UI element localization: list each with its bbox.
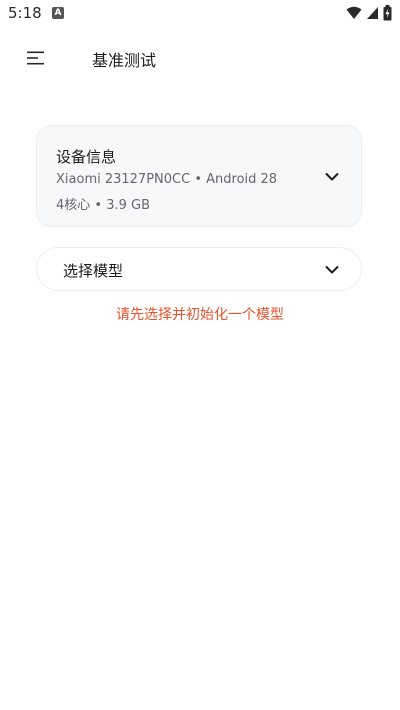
device-hardware-info: 4核心 • 3.9 GB: [56, 198, 151, 213]
model-select-dropdown[interactable]: 选择模型: [36, 247, 362, 291]
a-icon: A: [52, 7, 64, 19]
device-model-info: Xiaomi 23127PN0CC • Android 28: [56, 172, 278, 187]
status-time: 5:18: [8, 4, 42, 22]
chevron-down-icon: [325, 266, 339, 274]
page-title: 基准测试: [92, 51, 157, 70]
screen: 5:18 A 基准测试 设备信息 Xiaomi 23127PN0CC • And…: [0, 0, 400, 710]
warning-message: 请先选择并初始化一个模型: [116, 307, 284, 323]
model-select-label: 选择模型: [63, 262, 124, 280]
wifi-icon: [346, 6, 362, 19]
status-icons: [346, 5, 392, 21]
device-info-card[interactable]: 设备信息 Xiaomi 23127PN0CC • Android 28 4核心 …: [36, 125, 362, 227]
status-bar: 5:18 A: [0, 0, 400, 28]
menu-button[interactable]: [22, 46, 50, 70]
hamburger-menu-icon: [27, 51, 44, 65]
chevron-down-icon: [325, 173, 339, 181]
app-bar: 基准测试: [0, 36, 400, 80]
battery-charging-icon: [383, 5, 392, 21]
cellular-icon: [367, 7, 378, 19]
device-info-title: 设备信息: [56, 148, 117, 166]
